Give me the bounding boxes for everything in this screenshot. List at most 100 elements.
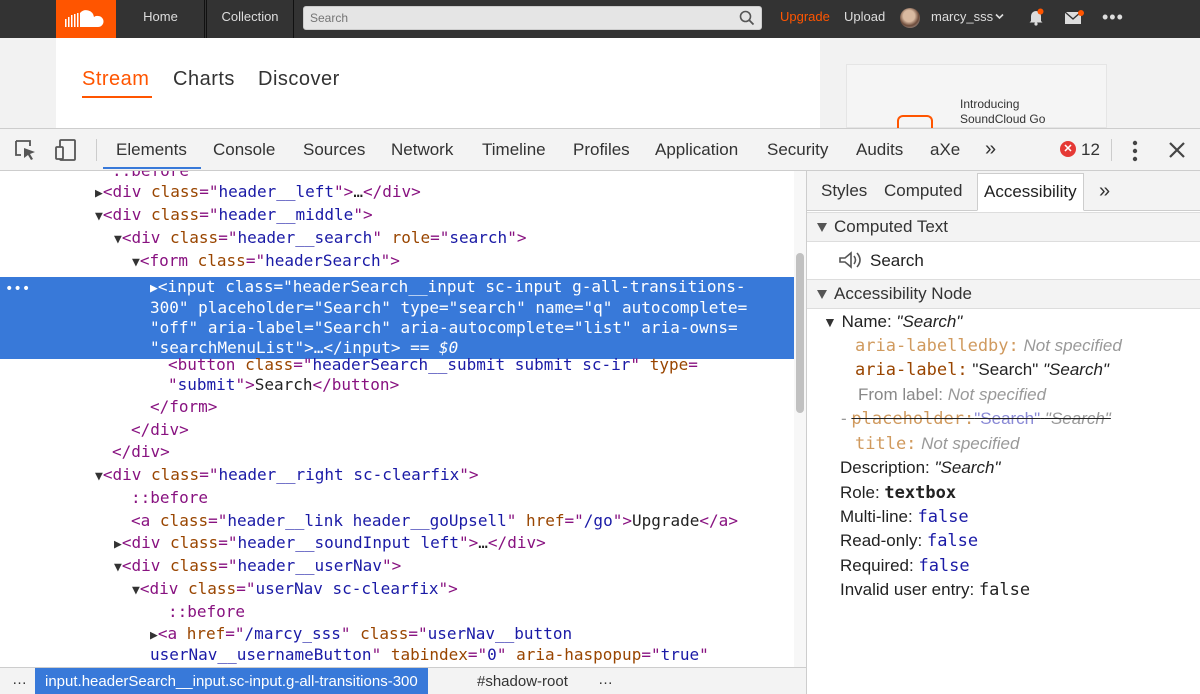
active-tab-underline xyxy=(103,167,201,169)
collapse-triangle-icon[interactable]: ▼ xyxy=(132,583,140,598)
dom-node[interactable]: ▼<form class="headerSearch"> xyxy=(132,251,400,273)
dom-close-tag[interactable]: </div> xyxy=(112,442,170,462)
dom-node[interactable]: ▼<div class="header__middle"> xyxy=(95,205,373,227)
dom-node[interactable]: <a class="header__link header__goUpsell"… xyxy=(131,511,738,531)
avatar[interactable] xyxy=(900,8,920,28)
upgrade-link[interactable]: Upgrade xyxy=(780,0,830,34)
tab-charts[interactable]: Charts xyxy=(173,68,235,91)
tab-application[interactable]: Application xyxy=(655,129,738,170)
dom-node[interactable]: <button class="headerSearch__submit subm… xyxy=(168,355,698,375)
dom-node[interactable]: ▶<div class="header__left">…</div> xyxy=(95,182,421,204)
tab-console[interactable]: Console xyxy=(213,129,275,170)
dom-node-continuation: userNav__usernameButton" tabindex="0" ar… xyxy=(150,645,709,664)
more-tabs-button[interactable]: » xyxy=(985,129,996,170)
breadcrumb: … input.headerSearch__input.sc-input.g-a… xyxy=(0,667,806,694)
dom-node[interactable]: ▶<div class="header__soundInput left">…<… xyxy=(114,533,546,555)
kebab-menu-icon[interactable] xyxy=(1131,140,1139,162)
username-button[interactable]: marcy_sss xyxy=(931,0,993,34)
speaker-icon xyxy=(839,251,861,269)
breadcrumb-shadow-root[interactable]: #shadow-root xyxy=(477,668,568,694)
dom-close-tag[interactable]: </form> xyxy=(150,397,217,417)
more-tabs-button[interactable]: » xyxy=(1099,171,1110,211)
mail-icon[interactable] xyxy=(1064,10,1084,26)
collapse-triangle-icon[interactable]: ▼ xyxy=(114,560,122,575)
dom-pseudo[interactable]: ::before xyxy=(168,602,245,622)
tab-sources[interactable]: Sources xyxy=(303,129,365,170)
expand-triangle-icon[interactable]: ▶ xyxy=(150,281,158,296)
scrollbar-thumb[interactable] xyxy=(796,253,804,413)
accessibility-sidebar: Styles Computed Accessibility » Computed… xyxy=(806,171,1200,694)
dom-before-pseudo-cut: ::before xyxy=(112,171,189,180)
dom-node[interactable]: ▼<div class="header__right sc-clearfix"> xyxy=(95,465,479,487)
dom-node-continuation: "submit">Search</button> xyxy=(168,375,400,394)
page-content: Stream Charts Discover Introducing Sound… xyxy=(0,38,1200,131)
section-accessibility-node[interactable]: Accessibility Node xyxy=(807,279,1200,309)
error-icon[interactable]: ✕ xyxy=(1060,141,1076,157)
chevron-down-icon[interactable] xyxy=(995,13,1004,20)
expand-triangle-icon[interactable]: ▶ xyxy=(150,628,158,643)
active-tab-underline xyxy=(82,96,152,98)
computed-text-value: Search xyxy=(870,251,924,270)
more-menu-button[interactable]: ••• xyxy=(1102,0,1124,34)
close-icon[interactable] xyxy=(1168,141,1186,159)
breadcrumb-selected-item[interactable]: input.headerSearch__input.sc-input.g-all… xyxy=(35,668,428,694)
toolbar-divider xyxy=(96,139,97,161)
node-more-icon[interactable]: ••• xyxy=(5,281,30,297)
tab-stream[interactable]: Stream xyxy=(82,68,149,91)
bell-icon[interactable] xyxy=(1028,8,1044,26)
soundcloud-logo[interactable] xyxy=(56,0,116,38)
tab-discover[interactable]: Discover xyxy=(258,68,340,91)
selected-dom-node[interactable]: ••• ▶<input class="headerSearch__input s… xyxy=(0,277,794,359)
dom-close-tag[interactable]: </div> xyxy=(131,420,189,440)
dom-scrollbar[interactable] xyxy=(794,171,806,667)
inspect-element-icon[interactable] xyxy=(14,139,38,161)
section-computed-text[interactable]: Computed Text xyxy=(807,212,1200,242)
tab-profiles[interactable]: Profiles xyxy=(573,129,630,170)
title-row: title: Not specified xyxy=(855,434,1020,454)
tab-network[interactable]: Network xyxy=(391,129,453,170)
invalid-entry-row: Invalid user entry: false xyxy=(840,580,1031,600)
promo-card[interactable]: Introducing SoundCloud Go xyxy=(846,64,1107,131)
cloud-logo-icon xyxy=(65,10,104,27)
soundcloud-header: Home Collection Upgrade Upload marcy_sss… xyxy=(0,0,1200,38)
promo-line-1: Introducing xyxy=(960,97,1020,111)
promo-text: Introducing SoundCloud Go xyxy=(960,97,1045,127)
collapse-triangle-icon[interactable]: ▼ xyxy=(823,314,837,330)
tab-timeline[interactable]: Timeline xyxy=(482,129,546,170)
dom-node[interactable]: ▼<div class="header__userNav"> xyxy=(114,556,401,578)
name-property[interactable]: ▼ Name: "Search" xyxy=(823,311,962,333)
devtools-toolbar: Elements Console Sources Network Timelin… xyxy=(0,128,1200,171)
tab-styles[interactable]: Styles xyxy=(821,171,867,211)
tab-computed[interactable]: Computed xyxy=(884,171,962,211)
sidebar-tabs: Styles Computed Accessibility » xyxy=(807,171,1200,211)
tab-accessibility[interactable]: Accessibility xyxy=(977,173,1084,211)
stream-main: Stream Charts Discover xyxy=(56,38,820,128)
collapse-triangle-icon[interactable]: ▼ xyxy=(114,232,122,247)
search-input[interactable] xyxy=(304,7,724,29)
breadcrumb-overflow[interactable]: … xyxy=(598,671,613,688)
dom-node[interactable]: ▼<div class="header__search" role="searc… xyxy=(114,228,526,250)
error-count[interactable]: 12 xyxy=(1081,129,1100,170)
collapse-triangle-icon[interactable]: ▼ xyxy=(95,209,103,224)
search-icon[interactable] xyxy=(739,10,755,26)
nav-collection[interactable]: Collection xyxy=(206,0,294,38)
device-toolbar-icon[interactable] xyxy=(54,138,78,162)
collapse-triangle-icon[interactable]: ▼ xyxy=(132,255,140,270)
required-row: Required: false xyxy=(840,556,970,576)
nav-home[interactable]: Home xyxy=(117,0,205,38)
tab-elements[interactable]: Elements xyxy=(116,129,187,170)
tab-axe[interactable]: aXe xyxy=(930,129,960,170)
breadcrumb-overflow[interactable]: … xyxy=(12,671,27,688)
promo-line-2: SoundCloud Go xyxy=(960,112,1046,126)
tab-audits[interactable]: Audits xyxy=(856,129,903,170)
dom-node[interactable]: ▼<div class="userNav sc-clearfix"> xyxy=(132,579,458,601)
dom-pseudo[interactable]: ::before xyxy=(131,488,208,508)
collapse-triangle-icon[interactable]: ▼ xyxy=(95,469,103,484)
elements-dom-tree: ::before ▶<div class="header__left">…</d… xyxy=(0,171,806,667)
upload-link[interactable]: Upload xyxy=(844,0,885,34)
dom-node[interactable]: ▶<a href="/marcy_sss" class="userNav__bu… xyxy=(150,624,572,646)
expand-triangle-icon[interactable]: ▶ xyxy=(114,537,122,552)
expand-triangle-icon[interactable]: ▶ xyxy=(95,186,103,201)
tab-security[interactable]: Security xyxy=(767,129,828,170)
collapse-triangle-icon xyxy=(817,223,827,232)
